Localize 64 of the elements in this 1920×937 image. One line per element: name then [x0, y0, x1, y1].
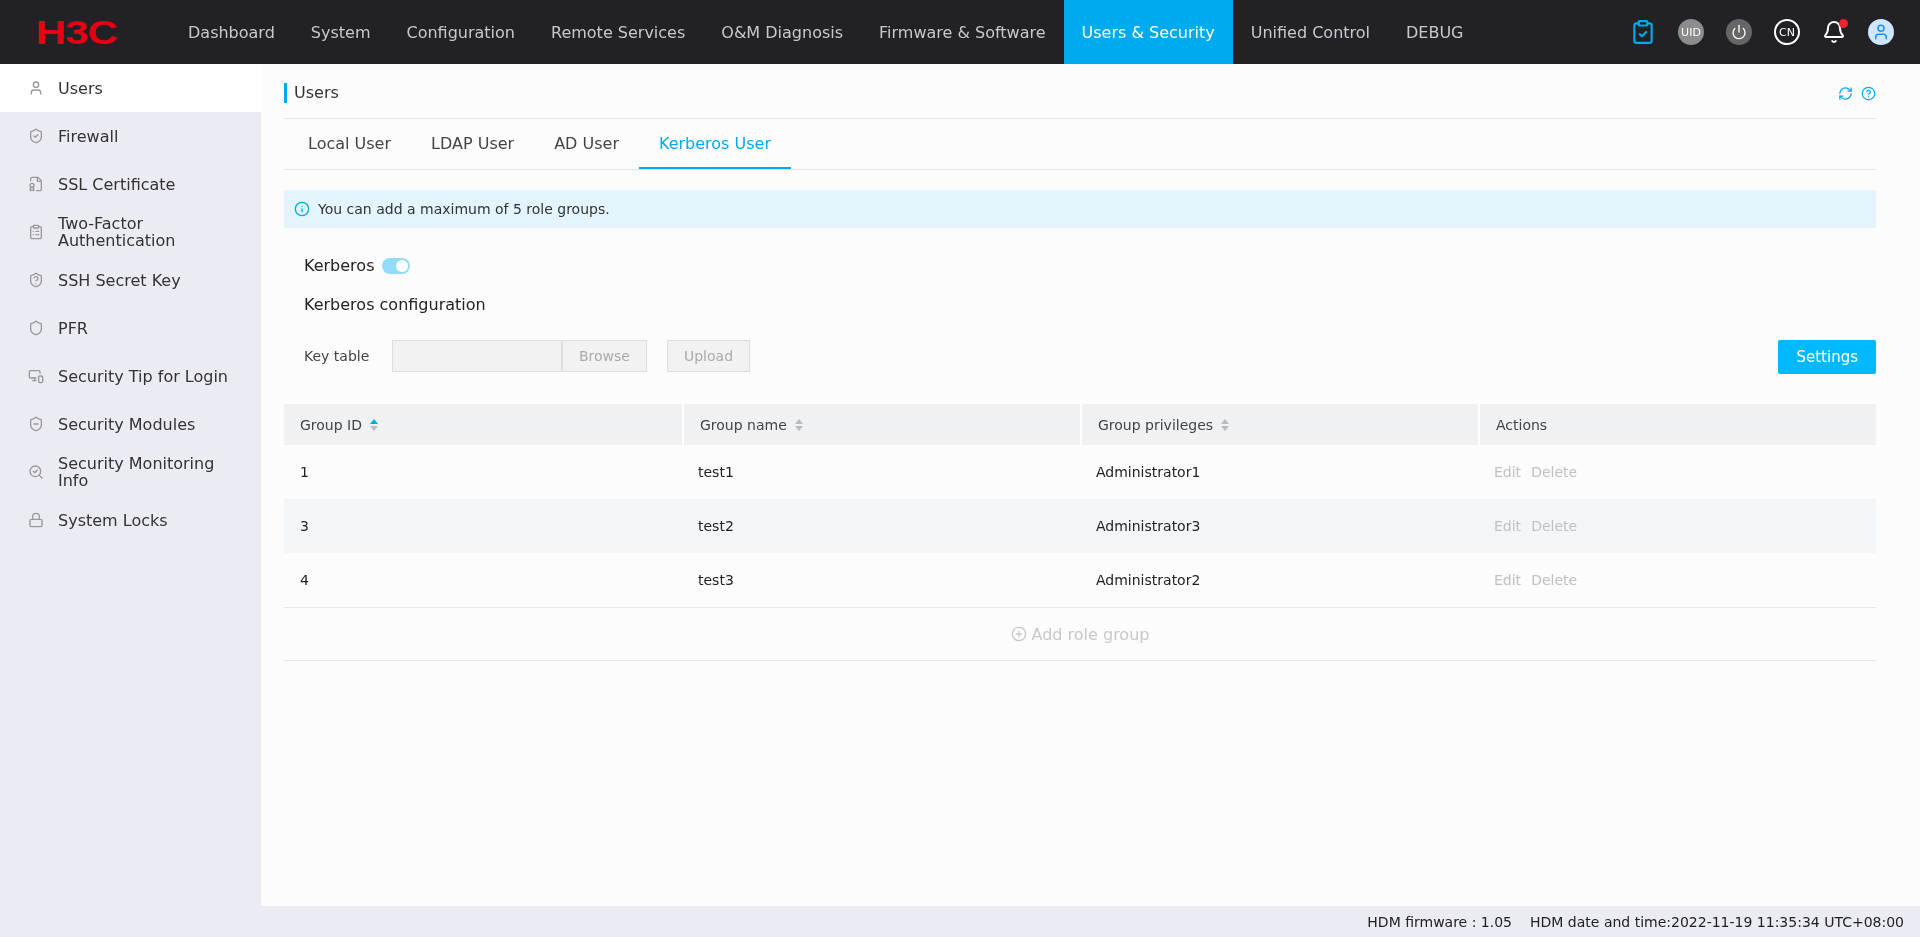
table-cell: test2 [682, 499, 1080, 553]
table-cell-text: 1 [299, 463, 310, 482]
tab[interactable]: Local User [288, 119, 412, 169]
table-cell-text: test1 [697, 463, 735, 482]
shield-check-icon [28, 128, 44, 144]
sidebar-item[interactable]: PFR [0, 304, 261, 352]
monitor-icon [28, 368, 44, 384]
date-time: HDM date and time:2022-11-19 11:35:34 UTC+08:00 [1530, 913, 1904, 930]
firmware-version: HDM firmware : 1.05 [1367, 913, 1513, 930]
nav-tab[interactable]: Dashboard [170, 0, 293, 64]
language-button[interactable]: CN [1774, 19, 1800, 45]
table-cell-text: 4 [299, 571, 310, 590]
plus-circle-icon [1010, 626, 1027, 642]
nav-tab[interactable]: Remote Services [533, 0, 704, 64]
shield-icon [28, 320, 44, 336]
sidebar-item[interactable]: Security Modules [0, 400, 261, 448]
sidebar-item[interactable]: Two-Factor Authentication [0, 208, 261, 256]
column-header: Actions [1478, 404, 1876, 445]
help-icon[interactable] [1861, 85, 1876, 101]
toggle-label: Kerberos [304, 256, 375, 275]
notice-text: You can add a maximum of 5 role groups. [318, 201, 610, 217]
tab[interactable]: AD User [534, 119, 639, 169]
search-check-icon [28, 464, 44, 480]
clipboard-icon [28, 224, 44, 240]
avatar-icon[interactable] [1868, 19, 1894, 45]
field-label: Key table [304, 348, 371, 364]
certificate-icon [28, 176, 44, 192]
nav-tab[interactable]: O&M Diagnosis [703, 0, 862, 64]
sidebar-item[interactable]: SSH Secret Key [0, 256, 261, 304]
sidebar-item[interactable]: Firewall [0, 112, 261, 160]
sidebar-item[interactable]: Users [0, 64, 261, 112]
nav-tab[interactable]: System [292, 0, 389, 64]
sidebar-item[interactable]: Security Monitoring Info [0, 448, 261, 496]
page-title: Users [284, 83, 1830, 103]
shield-icon [28, 416, 44, 432]
table-cell: 3 [284, 499, 682, 553]
user-icon [28, 80, 44, 96]
nav-tab[interactable]: Firmware & Software [861, 0, 1064, 64]
power-button[interactable] [1726, 19, 1752, 45]
column-header[interactable]: Group name [682, 404, 1080, 445]
lock-icon [28, 512, 44, 528]
refresh-icon[interactable] [1838, 85, 1853, 101]
sort-icon[interactable] [1221, 418, 1230, 431]
nav-tab[interactable]: Configuration [388, 0, 533, 64]
nav-tab[interactable]: DEBUG [1388, 0, 1482, 64]
shield-icon [28, 272, 44, 288]
sort-icon[interactable] [794, 418, 803, 431]
sidebar-item[interactable]: Security Tip for Login [0, 352, 261, 400]
kerberos-switch[interactable] [382, 257, 411, 274]
sidebar-item[interactable]: SSL Certificate [0, 160, 261, 208]
nav-tab[interactable]: Unified Control [1232, 0, 1388, 64]
table-cell: Administrator3 [1080, 499, 1478, 553]
section-title: Kerberos configuration [304, 295, 486, 314]
power-icon [1731, 24, 1747, 40]
tab[interactable]: LDAP User [411, 119, 535, 169]
column-header[interactable]: Group privileges [1080, 404, 1478, 445]
info-icon [294, 201, 310, 217]
sidebar-item[interactable]: System Locks [0, 496, 261, 544]
table-cell-text: test3 [697, 571, 735, 590]
notification-button[interactable] [1822, 20, 1846, 44]
column-header[interactable]: Group ID [284, 404, 682, 445]
table-cell-text: Administrator2 [1095, 571, 1202, 590]
table-cell-text: Administrator1 [1095, 463, 1202, 482]
sort-icon[interactable] [370, 418, 378, 431]
